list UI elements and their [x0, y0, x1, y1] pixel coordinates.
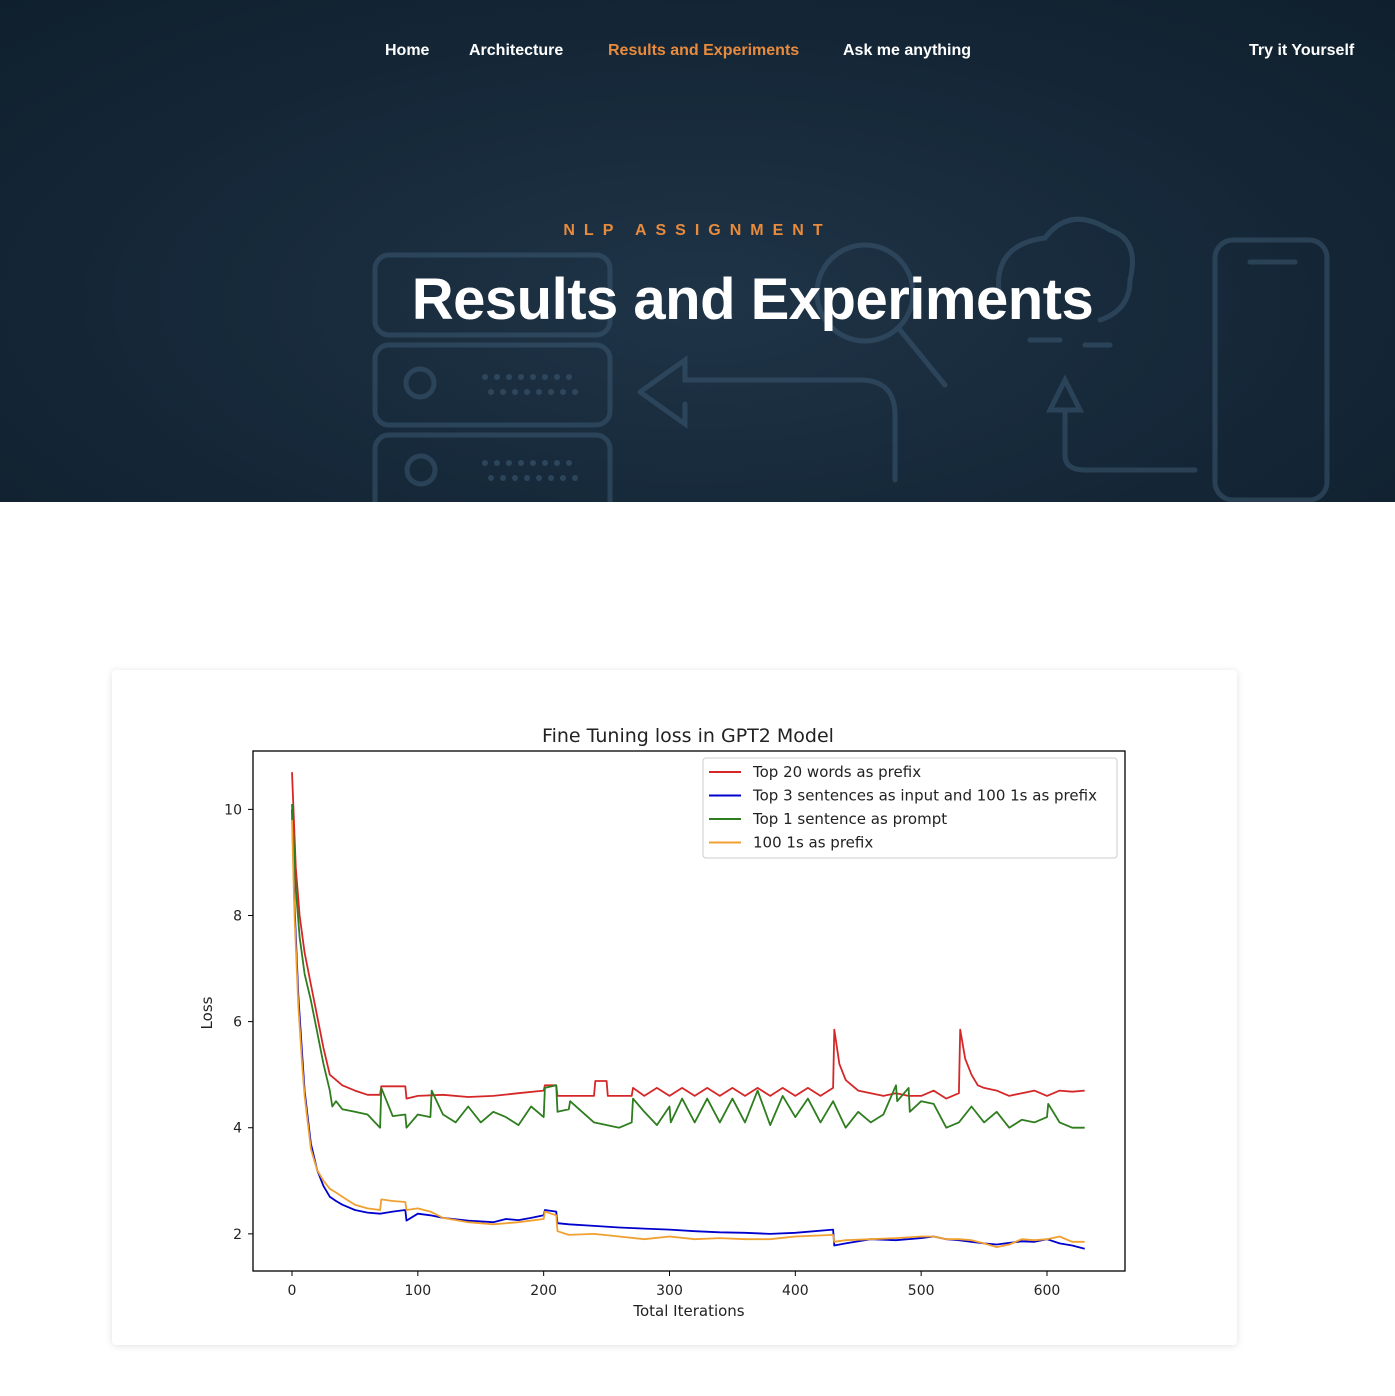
try-it-yourself-link[interactable]: Try it Yourself — [1249, 42, 1354, 60]
y-tick-label: 10 — [224, 802, 242, 818]
series-line-2 — [291, 809, 1085, 1250]
legend-label: 100 1s as prefix — [753, 834, 873, 852]
chart-title: Fine Tuning loss in GPT2 Model — [542, 725, 834, 747]
nav-home[interactable]: Home — [385, 42, 429, 60]
nav-architecture[interactable]: Architecture — [469, 42, 563, 60]
legend-label: Top 3 sentences as input and 100 1s as p… — [752, 787, 1097, 805]
x-axis-label: Total Iterations — [632, 1302, 744, 1320]
legend-label: Top 1 sentence as prompt — [752, 810, 947, 828]
series-line-4 — [291, 819, 1085, 1248]
loss-chart: Fine Tuning loss in GPT2 Model 0 100 200 30… — [198, 725, 1126, 1320]
x-tick-label: 500 — [908, 1283, 935, 1299]
x-tick-label: 100 — [404, 1283, 431, 1299]
page-title: Results and Experiments — [411, 267, 1094, 332]
x-tick-label: 400 — [782, 1283, 809, 1299]
x-tick-label: 200 — [530, 1283, 557, 1299]
hero-eyebrow: NLP ASSIGNMENT — [563, 222, 832, 239]
chart-card: Fine Tuning loss in GPT2 Model 0 100 200 30… — [112, 670, 1237, 1345]
y-tick-label: 8 — [233, 908, 242, 924]
legend-label: Top 20 words as prefix — [752, 763, 921, 781]
nav-results-and-experiments[interactable]: Results and Experiments — [608, 42, 799, 60]
hero-banner: Home Architecture Results and Experiment… — [0, 0, 1395, 502]
x-tick-label: 0 — [288, 1283, 297, 1299]
y-tick-label: 2 — [233, 1227, 242, 1243]
nav-ask-me-anything[interactable]: Ask me anything — [843, 42, 971, 60]
chart-legend: Top 20 words as prefix Top 3 sentences as… — [702, 757, 1118, 859]
x-tick-label: 600 — [1034, 1283, 1061, 1299]
y-axis-label: Loss — [198, 996, 216, 1029]
y-tick-label: 4 — [233, 1121, 242, 1137]
y-tick-label: 6 — [233, 1015, 242, 1031]
hero-background-illustration — [372, 216, 1330, 502]
x-tick-label: 300 — [656, 1283, 683, 1299]
